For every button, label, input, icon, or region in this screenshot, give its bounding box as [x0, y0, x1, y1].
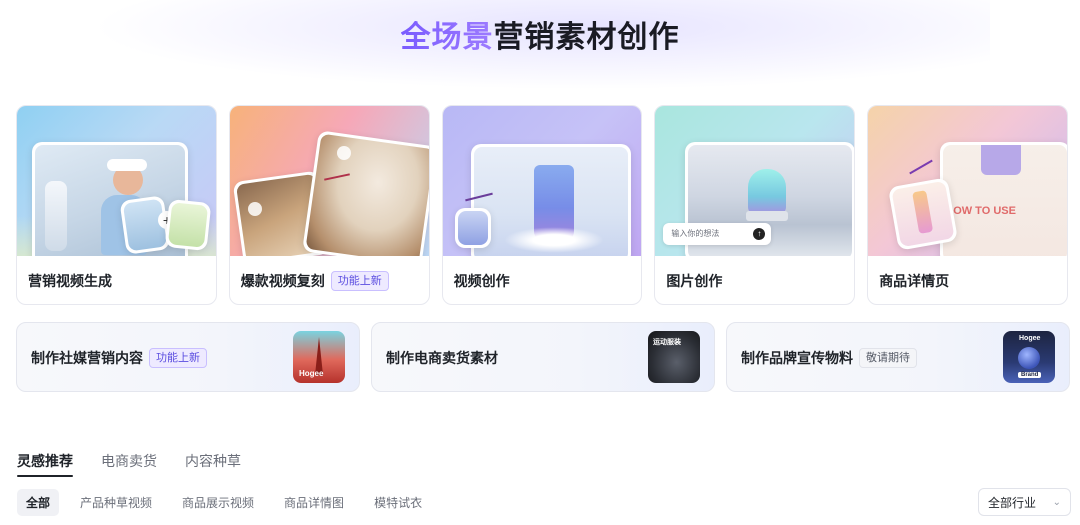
filter-product-showcase-video[interactable]: 商品展示视频 [173, 489, 263, 516]
tab-inspiration[interactable]: 灵感推荐 [17, 451, 73, 477]
play-badge-icon [336, 146, 351, 160]
card-label: 营销视频生成 [28, 273, 112, 289]
filter-all[interactable]: 全部 [17, 489, 60, 516]
card-label: 图片创作 [666, 273, 723, 289]
send-icon: ↑ [753, 228, 766, 240]
card-video-creation-art [442, 106, 642, 256]
action-brand-materials[interactable]: 制作品牌宣传物料 敬请期待 Hogee Brand [726, 322, 1070, 392]
card-video-creation[interactable]: 视频创作 [441, 105, 643, 305]
new-feature-badge: 功能上新 [149, 348, 207, 368]
poster-headline: OW TO USE [953, 205, 1016, 217]
page-title-accent: 全场景 [400, 21, 494, 54]
prompt-input-preview: 输入你的想法 ↑ [663, 223, 772, 245]
chevron-down-icon: ⌄ [1052, 496, 1061, 508]
action-label: 制作社媒营销内容 [31, 350, 143, 366]
thumb-brand-text: Hogee [1019, 335, 1041, 342]
industry-select[interactable]: 全部行业 ⌄ [978, 488, 1071, 516]
quick-actions: 制作社媒营销内容 功能上新 Hogee 制作电商卖货素材 运动服装 制作品牌宣传… [16, 322, 1071, 392]
card-image-creation[interactable]: 输入你的想法 ↑ 图片创作 [654, 105, 856, 305]
thumb-caption: 运动服装 [653, 339, 681, 346]
card-viral-video-remake-art [229, 106, 429, 256]
arrow-icon [909, 159, 933, 175]
card-marketing-video[interactable]: + 营销视频生成 [16, 105, 217, 305]
play-badge-icon [247, 202, 262, 216]
card-viral-video-remake[interactable]: 爆款视频复刻 功能上新 [228, 105, 430, 305]
action-label: 制作品牌宣传物料 [741, 350, 853, 366]
card-image-creation-art: 输入你的想法 ↑ [655, 106, 855, 256]
tab-ecommerce[interactable]: 电商卖货 [101, 451, 157, 477]
card-label: 视频创作 [453, 273, 510, 289]
detail-page-preview: OW TO USE [943, 145, 1067, 256]
thumb-brand-sub: Brand [1018, 372, 1042, 378]
coming-soon-badge: 敬请期待 [859, 348, 917, 368]
ecommerce-thumb: 运动服装 [648, 331, 700, 383]
page-title: 全场景营销素材创作 [0, 12, 1080, 56]
industry-select-value: 全部行业 [988, 495, 1037, 510]
action-social-media-content[interactable]: 制作社媒营销内容 功能上新 Hogee [16, 322, 360, 392]
card-product-detail-page-art: OW TO USE [868, 106, 1067, 256]
prompt-placeholder: 输入你的想法 [671, 229, 720, 238]
card-marketing-video-art: + [17, 106, 216, 256]
filter-product-detail-image[interactable]: 商品详情图 [275, 489, 353, 516]
filter-model-try-on[interactable]: 模特试衣 [365, 489, 431, 516]
card-product-detail-page[interactable]: OW TO USE 商品详情页 [867, 105, 1068, 305]
card-label: 商品详情页 [879, 273, 950, 289]
filter-chips: 全部 产品种草视频 商品展示视频 商品详情图 模特试衣 [17, 489, 431, 516]
brand-thumb: Hogee Brand [1003, 331, 1055, 383]
feature-cards: + 营销视频生成 爆款视频复刻 功能上新 [16, 105, 1068, 305]
social-thumb: Hogee [293, 331, 345, 383]
tab-content-seeding[interactable]: 内容种草 [185, 451, 241, 477]
page-title-rest: 营销素材创作 [493, 21, 680, 54]
action-label: 制作电商卖货素材 [386, 350, 498, 366]
action-ecommerce-assets[interactable]: 制作电商卖货素材 运动服装 [371, 322, 715, 392]
category-tabs: 灵感推荐 电商卖货 内容种草 [17, 451, 241, 477]
card-label: 爆款视频复刻 [240, 273, 325, 289]
filter-product-seeding-video[interactable]: 产品种草视频 [71, 489, 161, 516]
new-feature-badge: 功能上新 [330, 271, 389, 291]
thumb-brand-text: Hogee [299, 369, 324, 378]
drink-photo [473, 147, 628, 256]
